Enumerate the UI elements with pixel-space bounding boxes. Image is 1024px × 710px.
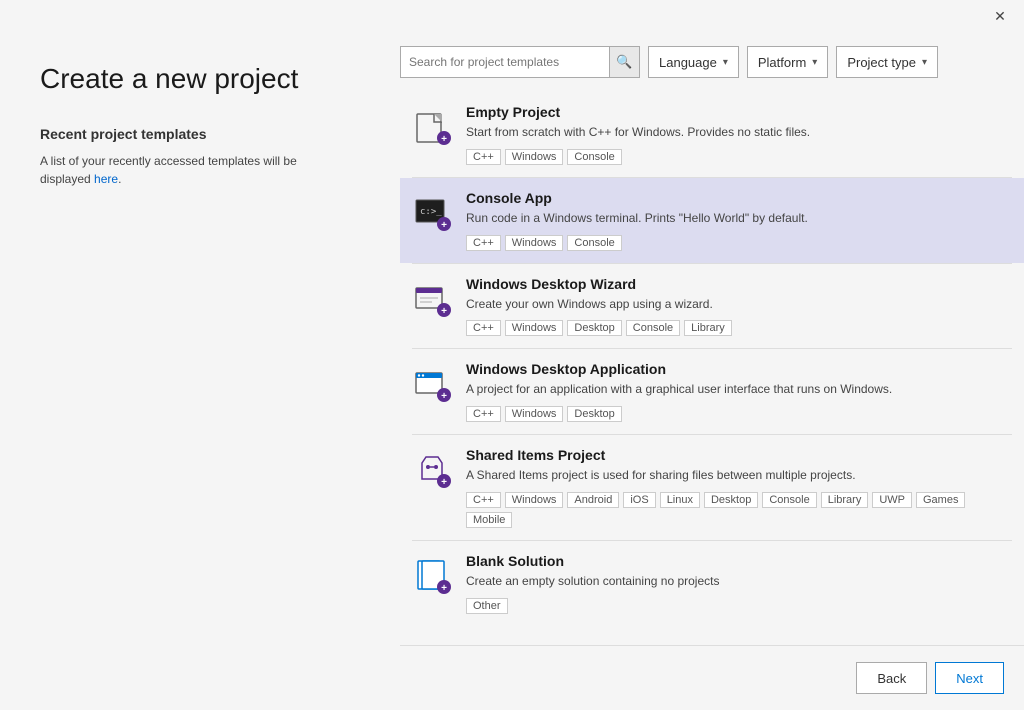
toolbar: 🔍 Language ▾ Platform ▾ Project type ▾: [400, 32, 1024, 92]
tag-android: Android: [567, 492, 619, 508]
project-type-label: Project type: [847, 55, 916, 70]
platform-dropdown[interactable]: Platform ▾: [747, 46, 828, 78]
template-info: Blank Solution Create an empty solution …: [466, 553, 1008, 614]
close-button[interactable]: ✕: [984, 0, 1016, 32]
template-icon-empty: +: [412, 106, 452, 146]
tag-c++: C++: [466, 406, 501, 422]
template-name: Windows Desktop Wizard: [466, 276, 1008, 292]
project-type-chevron-icon: ▾: [922, 57, 927, 68]
search-input[interactable]: [401, 47, 609, 77]
svg-text:c:>_: c:>_: [420, 207, 442, 217]
footer: Back Next: [400, 645, 1024, 710]
template-icon-console: c:>_ +: [412, 192, 452, 232]
template-icon-blank: +: [412, 555, 452, 595]
template-tags: Other: [466, 598, 1008, 614]
right-panel: 🔍 Language ▾ Platform ▾ Project type ▾: [400, 32, 1024, 710]
search-button[interactable]: 🔍: [609, 47, 639, 77]
template-description: Run code in a Windows terminal. Prints "…: [466, 210, 1008, 227]
recent-desc-pre: A list of your recently accessed templat…: [40, 154, 297, 168]
recent-description: A list of your recently accessed templat…: [40, 152, 360, 188]
template-info: Shared Items Project A Shared Items proj…: [466, 447, 1008, 528]
tag-windows: Windows: [505, 492, 564, 508]
svg-text:+: +: [441, 391, 447, 402]
template-tags: C++WindowsDesktop: [466, 406, 1008, 422]
tag-library: Library: [684, 320, 732, 336]
recent-desc-mid: displayed: [40, 172, 94, 186]
search-box[interactable]: 🔍: [400, 46, 640, 78]
svg-text:+: +: [441, 134, 447, 145]
templates-list: + Empty Project Start from scratch with …: [400, 92, 1024, 645]
language-dropdown[interactable]: Language ▾: [648, 46, 739, 78]
template-name: Console App: [466, 190, 1008, 206]
tag-console: Console: [567, 149, 621, 165]
template-name: Blank Solution: [466, 553, 1008, 569]
template-item-console-app[interactable]: c:>_ + Console App Run code in a Windows…: [400, 178, 1024, 263]
recent-here-link[interactable]: here: [94, 172, 118, 186]
tag-windows: Windows: [505, 320, 564, 336]
platform-label: Platform: [758, 55, 806, 70]
svg-text:+: +: [441, 477, 447, 488]
tag-uwp: UWP: [872, 492, 912, 508]
tag-windows: Windows: [505, 149, 564, 165]
tag-c++: C++: [466, 492, 501, 508]
template-description: Create your own Windows app using a wiza…: [466, 296, 1008, 313]
tag-console: Console: [762, 492, 816, 508]
content-area: Create a new project Recent project temp…: [0, 32, 1024, 710]
template-icon-shared: +: [412, 449, 452, 489]
tag-games: Games: [916, 492, 965, 508]
next-button[interactable]: Next: [935, 662, 1004, 694]
tag-desktop: Desktop: [567, 406, 621, 422]
template-tags: C++WindowsDesktop ConsoleLibrary: [466, 320, 1008, 336]
platform-chevron-icon: ▾: [812, 57, 817, 68]
template-name: Windows Desktop Application: [466, 361, 1008, 377]
language-chevron-icon: ▾: [723, 57, 728, 68]
template-item-windows-desktop-application[interactable]: + Windows Desktop Application A project …: [400, 349, 1024, 434]
template-item-blank-solution[interactable]: + Blank Solution Create an empty solutio…: [400, 541, 1024, 626]
tag-mobile: Mobile: [466, 512, 512, 528]
svg-text:+: +: [441, 306, 447, 317]
project-type-dropdown[interactable]: Project type ▾: [836, 46, 938, 78]
left-panel: Create a new project Recent project temp…: [0, 32, 400, 710]
tag-console: Console: [567, 235, 621, 251]
template-icon-application: +: [412, 363, 452, 403]
template-description: A Shared Items project is used for shari…: [466, 467, 1008, 484]
template-name: Shared Items Project: [466, 447, 1008, 463]
svg-text:+: +: [441, 583, 447, 594]
page-title: Create a new project: [40, 62, 360, 96]
tag-linux: Linux: [660, 492, 700, 508]
recent-heading: Recent project templates: [40, 126, 360, 142]
template-item-windows-desktop-wizard[interactable]: + Windows Desktop Wizard Create your own…: [400, 264, 1024, 349]
tag-windows: Windows: [505, 235, 564, 251]
tag-console: Console: [626, 320, 680, 336]
tag-c++: C++: [466, 149, 501, 165]
template-name: Empty Project: [466, 104, 1008, 120]
tag-desktop: Desktop: [704, 492, 758, 508]
template-info: Empty Project Start from scratch with C+…: [466, 104, 1008, 165]
template-info: Windows Desktop Wizard Create your own W…: [466, 276, 1008, 337]
template-info: Console App Run code in a Windows termin…: [466, 190, 1008, 251]
template-description: A project for an application with a grap…: [466, 381, 1008, 398]
template-tags: C++WindowsConsole: [466, 149, 1008, 165]
main-window: ✕ Create a new project Recent project te…: [0, 0, 1024, 710]
tag-library: Library: [821, 492, 869, 508]
template-info: Windows Desktop Application A project fo…: [466, 361, 1008, 422]
language-label: Language: [659, 55, 717, 70]
tag-c++: C++: [466, 235, 501, 251]
tag-ios: iOS: [623, 492, 655, 508]
template-item-shared-items-project[interactable]: + Shared Items Project A Shared Items pr…: [400, 435, 1024, 540]
tag-other: Other: [466, 598, 508, 614]
template-tags: C++WindowsConsole: [466, 235, 1008, 251]
tag-desktop: Desktop: [567, 320, 621, 336]
template-item-empty-project[interactable]: + Empty Project Start from scratch with …: [400, 92, 1024, 177]
recent-desc-post: .: [118, 172, 121, 186]
template-icon-wizard: +: [412, 278, 452, 318]
back-button[interactable]: Back: [856, 662, 927, 694]
template-description: Start from scratch with C++ for Windows.…: [466, 124, 1008, 141]
tag-c++: C++: [466, 320, 501, 336]
titlebar: ✕: [0, 0, 1024, 32]
svg-text:+: +: [441, 220, 447, 231]
template-description: Create an empty solution containing no p…: [466, 573, 1008, 590]
template-tags: C++WindowsAndroidiOS LinuxDesktopConsole L…: [466, 492, 1008, 528]
tag-windows: Windows: [505, 406, 564, 422]
